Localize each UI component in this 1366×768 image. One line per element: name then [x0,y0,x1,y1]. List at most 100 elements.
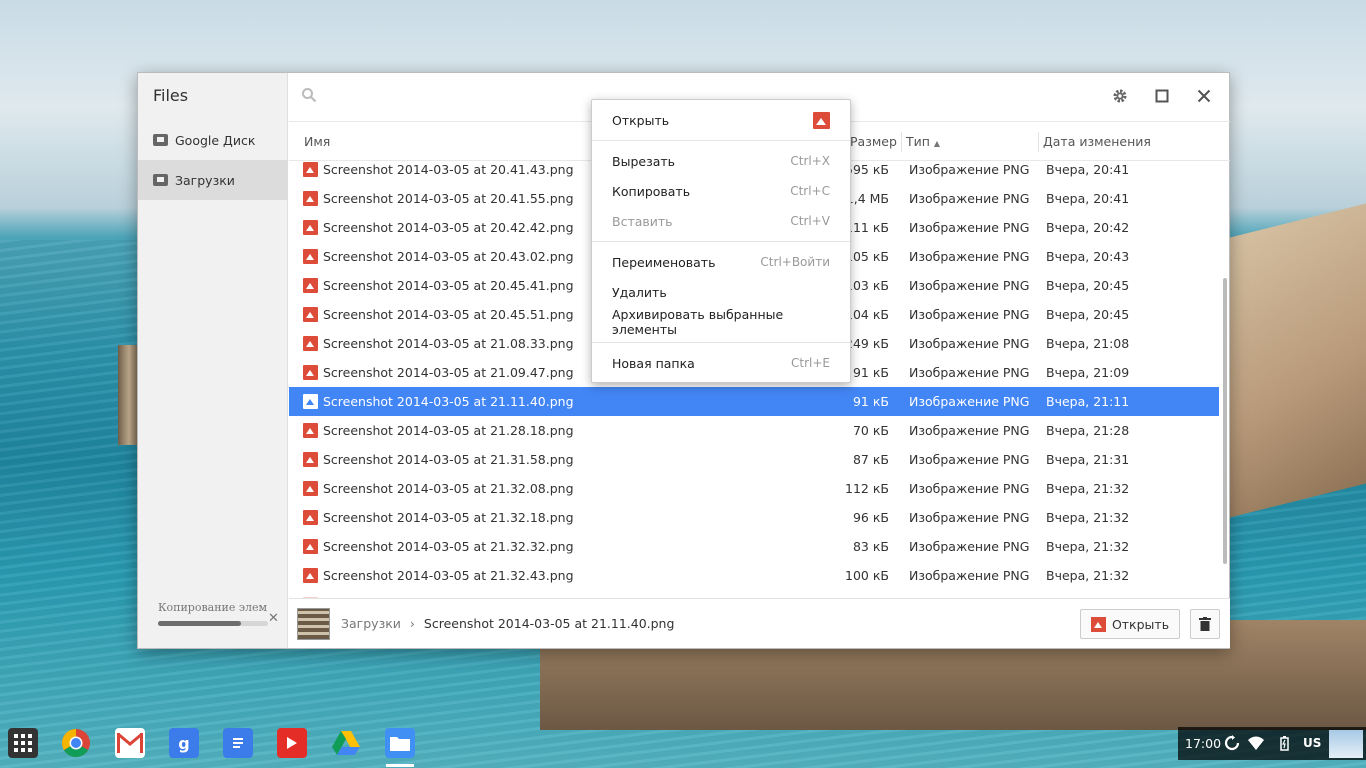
chrome-icon[interactable] [61,728,91,758]
maximize-icon[interactable] [1152,86,1172,106]
menu-item-paste[interactable]: Вставить Ctrl+V [592,206,850,236]
delete-button[interactable] [1190,609,1220,639]
menu-item-label: Открыть [612,112,670,128]
menu-separator [592,241,850,242]
file-row[interactable]: Screenshot 2014-03-05 at 21.32.51.png89 … [289,590,1219,598]
menu-item-cut[interactable]: Вырезать Ctrl+X [592,146,850,176]
image-file-icon [303,220,318,235]
keyboard-layout: US [1303,736,1322,750]
file-type: Изображение PNG [909,278,1030,293]
google-drive-icon[interactable] [331,728,361,758]
trash-icon [1199,617,1211,631]
status-tray[interactable]: 17:00 US [1178,727,1366,760]
breadcrumb-file: Screenshot 2014-03-05 at 21.11.40.png [423,616,675,631]
file-date: Вчера, 20:45 [1046,307,1130,322]
file-size: 91 кБ [852,394,889,409]
file-list-scrollbar[interactable] [1223,278,1227,564]
open-button[interactable]: Открыть [1080,609,1180,639]
file-row[interactable]: Screenshot 2014-03-05 at 21.32.08.png 112… [289,474,1219,503]
active-app-indicator [386,764,414,767]
file-row[interactable]: Screenshot 2014-03-05 at 21.28.18.png 70 … [289,416,1219,445]
file-type: Изображение PNG [909,365,1030,380]
menu-item-open[interactable]: Открыть [592,105,850,135]
file-name: Screenshot 2014-03-05 at 21.32.43.png [323,568,574,583]
file-type: Изображение PNG [909,452,1030,467]
file-name: Screenshot 2014-03-05 at 21.09.47.png [323,365,574,380]
image-viewer-icon [813,111,830,129]
column-name[interactable]: Имя [304,134,330,149]
sidebar-item-label: Google Диск [175,132,256,148]
file-type: Изображение PNG [909,423,1030,438]
copy-progress-bar [158,621,268,626]
menu-item-copy[interactable]: Копировать Ctrl+C [592,176,850,206]
bottom-bar: Загрузки › Screenshot 2014-03-05 at 21.11.… [289,598,1230,648]
menu-item-delete[interactable]: Удалить [592,277,850,307]
copy-progress-panel: Копирование элем… ✕ [158,601,283,626]
column-size[interactable]: Размер [850,134,897,149]
file-size: 104 кБ [845,307,889,322]
file-row[interactable]: Screenshot 2014-03-05 at 21.31.58.png 87 … [289,445,1219,474]
image-file-icon [303,510,318,525]
file-date: Вчера, 21:32 [1046,481,1130,496]
file-type: Изображение PNG [909,191,1030,206]
menu-item-rename[interactable]: Переименовать Ctrl+Войти [592,247,850,277]
file-size: 83 кБ [852,539,889,554]
image-file-icon [303,249,318,264]
menu-item-archive[interactable]: Архивировать выбранные элементы [592,307,850,337]
close-icon[interactable] [1194,86,1214,106]
files-app-icon[interactable] [385,728,415,758]
file-row[interactable]: Screenshot 2014-03-05 at 21.32.32.png 83 … [289,532,1219,561]
column-date[interactable]: Дата изменения [1043,134,1151,149]
file-name: Screenshot 2014-03-05 at 20.41.55.png [323,191,574,206]
file-size: 70 кБ [852,423,889,438]
file-date: Вчера, 20:43 [1046,249,1130,264]
google-search-icon[interactable]: g [169,728,199,758]
file-type: Изображение PNG [909,568,1030,583]
clock: 17:00 [1185,736,1222,751]
file-date: Вчера, 20:41 [1046,191,1130,206]
file-name: Screenshot 2014-03-05 at 20.45.51.png [323,307,574,322]
file-name: Screenshot 2014-03-05 at 21.32.18.png [323,510,574,525]
gmail-icon[interactable] [115,728,145,758]
file-row[interactable]: Screenshot 2014-03-05 at 21.32.43.png 100… [289,561,1219,590]
youtube-icon[interactable] [277,728,307,758]
column-type[interactable]: Тип ▲ [906,134,940,149]
menu-item-label: Вырезать [612,153,676,169]
file-row[interactable]: Screenshot 2014-03-05 at 21.32.18.png 96 … [289,503,1219,532]
sidebar-item-label: Загрузки [175,172,235,188]
image-file-icon [303,278,318,293]
menu-item-new-folder[interactable]: Новая папка Ctrl+E [592,348,850,378]
app-launcher-icon[interactable] [8,728,38,758]
sidebar-item-google-drive[interactable]: Google Диск [138,120,288,160]
file-size: 1,4 МБ [845,191,889,206]
user-avatar [1329,730,1363,758]
file-name: Screenshot 2014-03-05 at 21.08.33.png [323,336,574,351]
file-name: Screenshot 2014-03-05 at 20.45.41.png [323,278,574,293]
cancel-copy-icon[interactable]: ✕ [268,611,279,626]
file-size: 595 кБ [845,162,889,177]
google-docs-icon[interactable] [223,728,253,758]
breadcrumb-folder[interactable]: Загрузки [341,616,401,631]
column-type-label: Тип [906,134,930,149]
column-divider [901,132,902,152]
file-date: Вчера, 21:31 [1046,452,1130,467]
file-type: Изображение PNG [909,307,1030,322]
image-file-icon [303,539,318,554]
file-size: 112 кБ [845,481,889,496]
gear-icon[interactable] [1110,86,1130,106]
file-name: Screenshot 2014-03-05 at 20.42.42.png [323,220,574,235]
search-icon[interactable] [301,87,317,103]
image-file-icon [303,365,318,380]
file-type: Изображение PNG [909,481,1030,496]
image-file-icon [303,191,318,206]
battery-icon [1280,736,1289,751]
file-row[interactable]: Screenshot 2014-03-05 at 21.11.40.png 91 … [289,387,1219,416]
selected-file-thumbnail [297,608,330,640]
file-date: Вчера, 21:32 [1046,539,1130,554]
image-file-icon [303,568,318,583]
menu-item-label: Копировать [612,183,691,199]
file-name: Screenshot 2014-03-05 at 21.28.18.png [323,423,574,438]
file-size: 103 кБ [845,278,889,293]
sidebar-item-downloads[interactable]: Загрузки [138,160,288,200]
file-type: Изображение PNG [909,336,1030,351]
